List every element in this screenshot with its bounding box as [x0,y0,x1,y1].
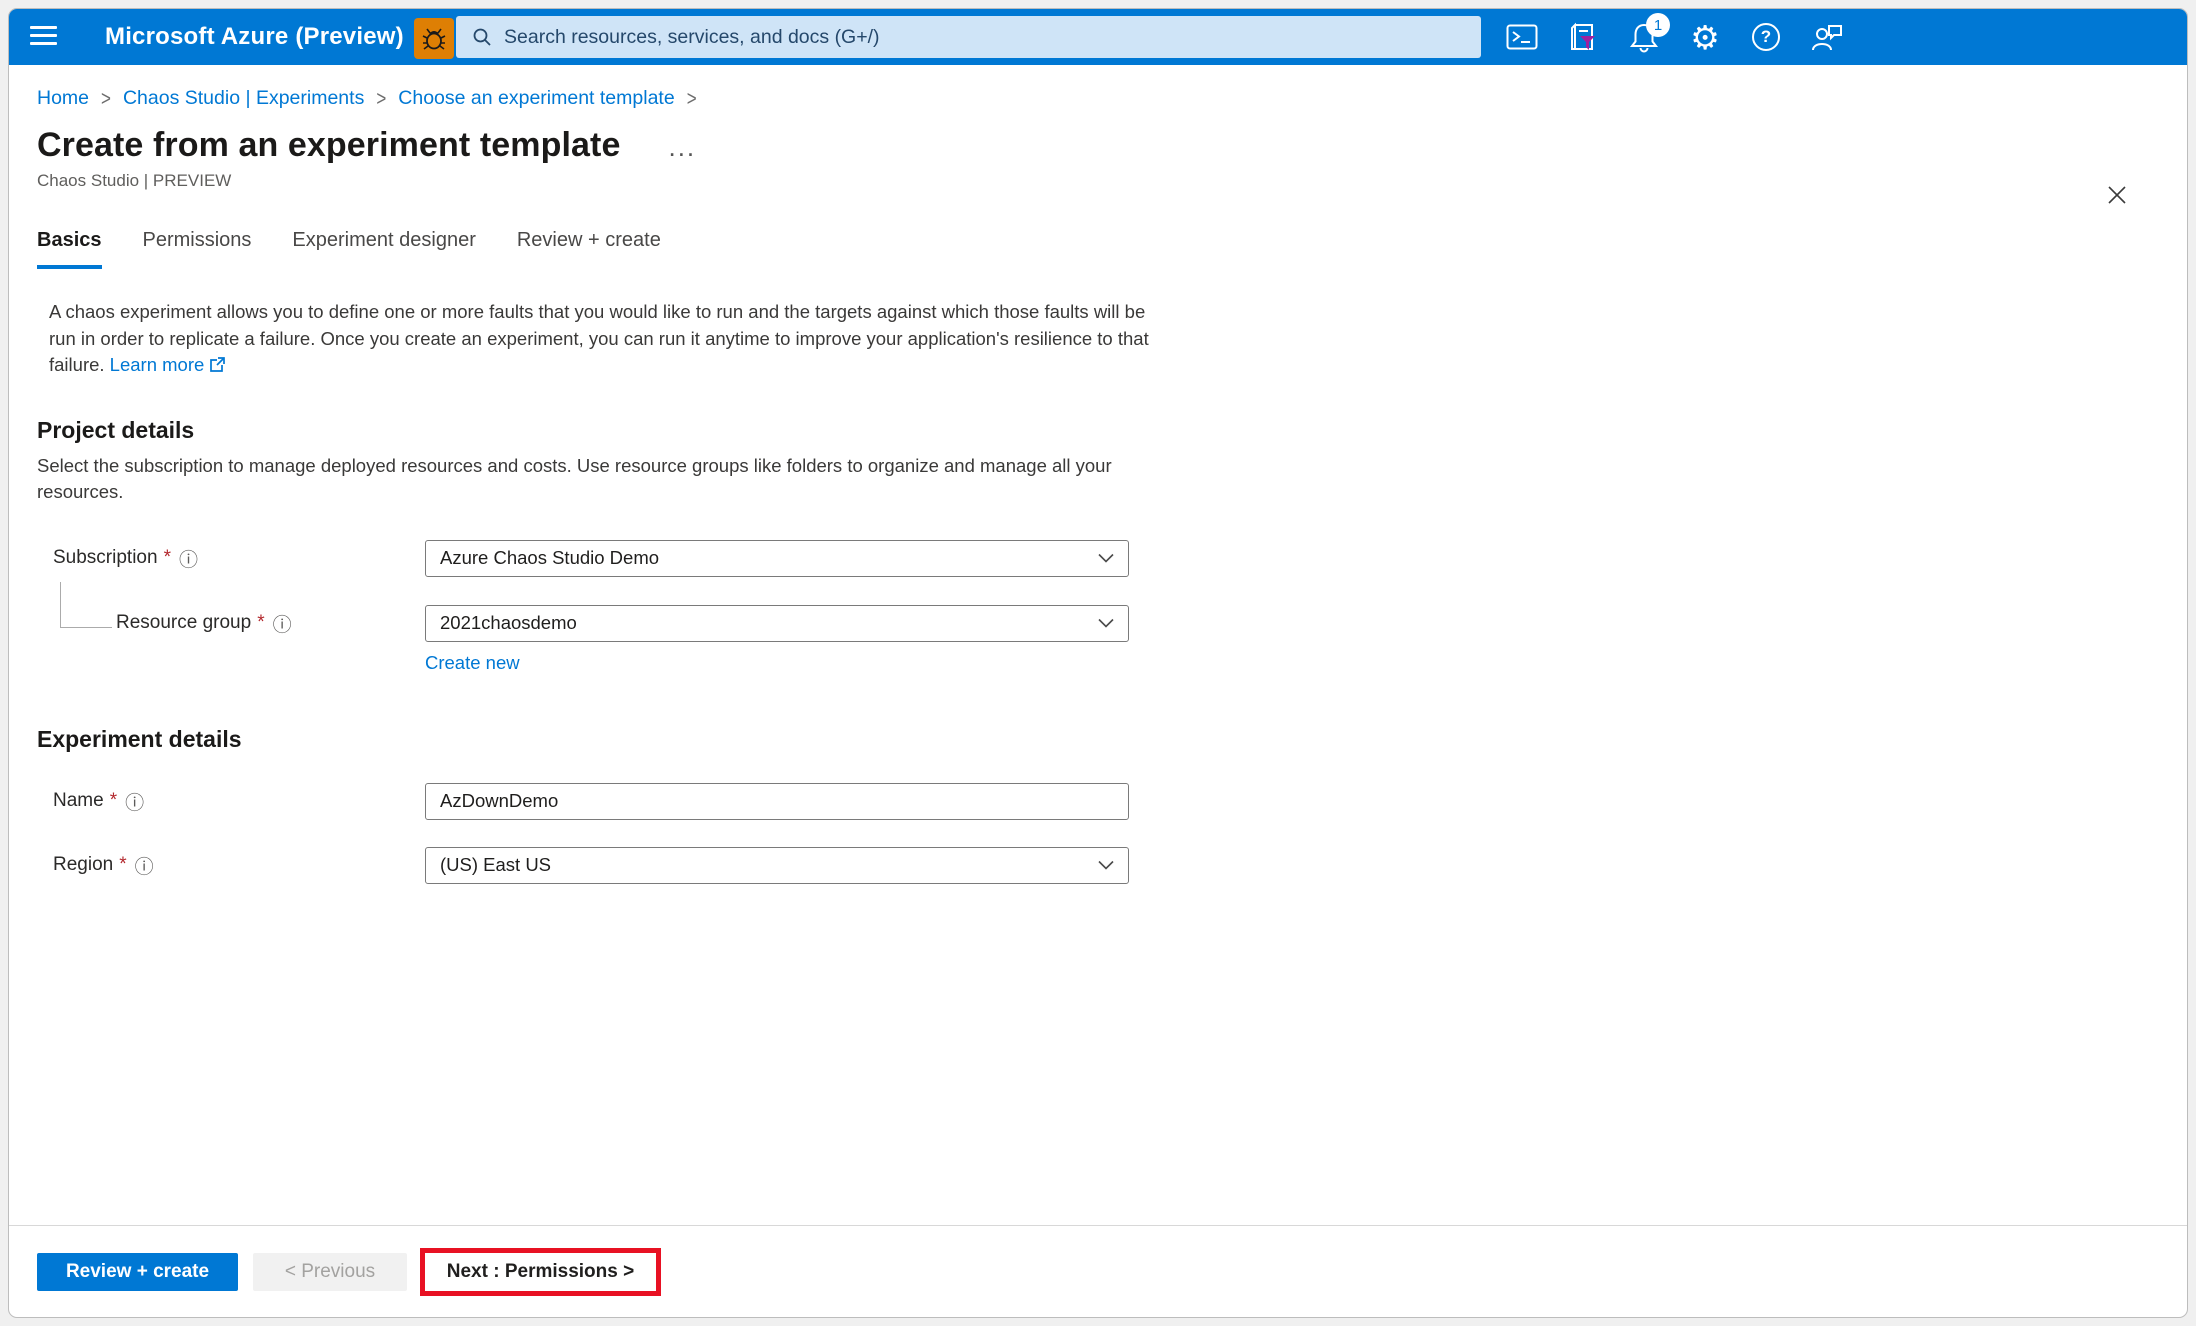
wizard-tabs: Basics Permissions Experiment designer R… [37,229,2187,269]
breadcrumb-home[interactable]: Home [37,87,89,110]
experiment-details-heading: Experiment details [37,726,2187,753]
feedback-icon[interactable] [1810,20,1844,54]
close-icon[interactable] [2105,183,2129,207]
required-marker: * [164,547,171,569]
project-details-heading: Project details [37,417,2187,444]
previous-button[interactable]: < Previous [253,1253,407,1291]
subscription-dropdown[interactable]: Azure Chaos Studio Demo [425,540,1129,577]
settings-gear-icon[interactable]: ⚙ [1688,20,1722,54]
page-content: Home > Chaos Studio | Experiments > Choo… [9,65,2187,1225]
hamburger-menu-icon[interactable] [30,26,57,47]
experiment-name-input[interactable] [425,783,1129,820]
info-icon[interactable]: ⓘ [179,545,198,572]
wizard-footer: Review + create < Previous Next : Permis… [9,1225,2187,1317]
required-marker: * [257,612,264,634]
info-icon[interactable]: ⓘ [125,788,144,815]
child-resource-connector [60,582,112,628]
review-create-button[interactable]: Review + create [37,1253,238,1291]
name-row: Name * ⓘ [53,783,2187,820]
next-permissions-button[interactable]: Next : Permissions > [425,1253,656,1291]
required-marker: * [110,790,117,812]
create-new-link[interactable]: Create new [425,652,520,674]
chevron-down-icon [1098,860,1114,870]
page-subtitle: Chaos Studio | PREVIEW [37,171,2187,191]
chevron-down-icon [1098,553,1114,563]
region-dropdown[interactable]: (US) East US [425,847,1129,884]
learn-more-link[interactable]: Learn more [110,354,205,375]
subscription-value: Azure Chaos Studio Demo [440,547,1098,569]
breadcrumb: Home > Chaos Studio | Experiments > Choo… [37,87,2187,110]
breadcrumb-chaos-studio-experiments[interactable]: Chaos Studio | Experiments [123,87,364,110]
global-search[interactable] [456,16,1481,58]
resource-group-label: Resource group [116,612,251,634]
tab-permissions[interactable]: Permissions [143,229,252,269]
resource-group-value: 2021chaosdemo [440,612,1098,634]
notifications-bell-icon[interactable]: 1 [1627,20,1661,54]
project-details-form: Subscription * ⓘ Azure Chaos Studio Demo… [53,540,2187,674]
tab-basics[interactable]: Basics [37,229,102,269]
bug-report-icon[interactable] [414,18,454,59]
intro-paragraph: A chaos experiment allows you to define … [49,299,1157,379]
azure-portal-window: Microsoft Azure (Preview) [8,8,2188,1318]
tab-review-create[interactable]: Review + create [517,229,661,269]
tab-experiment-designer[interactable]: Experiment designer [292,229,475,269]
required-marker: * [119,854,126,876]
page-title: Create from an experiment template [37,126,620,165]
notification-badge: 1 [1646,13,1670,37]
annotation-highlight-box: Next : Permissions > [420,1248,661,1296]
region-row: Region * ⓘ (US) East US [53,847,2187,884]
topbar-icon-group: 1 ⚙ ? [1505,20,1844,54]
region-value: (US) East US [440,854,1098,876]
cloud-shell-icon[interactable] [1505,20,1539,54]
help-icon[interactable]: ? [1749,20,1783,54]
experiment-details-form: Name * ⓘ Region * ⓘ (US) East US [53,783,2187,884]
breadcrumb-separator: > [376,86,386,111]
info-icon[interactable]: ⓘ [135,852,154,879]
search-icon [472,27,492,47]
external-link-icon [209,356,226,373]
subscription-label: Subscription [53,547,158,569]
resource-group-row: Resource group * ⓘ 2021chaosdemo [53,605,2187,642]
name-label: Name [53,790,104,812]
top-bar: Microsoft Azure (Preview) [9,9,2187,65]
region-label: Region [53,854,113,876]
portal-brand-title[interactable]: Microsoft Azure (Preview) [105,9,404,65]
breadcrumb-separator: > [687,86,697,111]
subscription-row: Subscription * ⓘ Azure Chaos Studio Demo [53,540,2187,577]
chevron-down-icon [1098,618,1114,628]
directory-filter-icon[interactable] [1566,20,1600,54]
info-icon[interactable]: ⓘ [273,610,292,637]
project-details-description: Select the subscription to manage deploy… [37,453,1157,506]
search-input[interactable] [504,26,1404,49]
more-options-ellipsis[interactable]: ... [668,132,696,163]
resource-group-dropdown[interactable]: 2021chaosdemo [425,605,1129,642]
breadcrumb-choose-template[interactable]: Choose an experiment template [398,87,674,110]
breadcrumb-separator: > [101,86,111,111]
